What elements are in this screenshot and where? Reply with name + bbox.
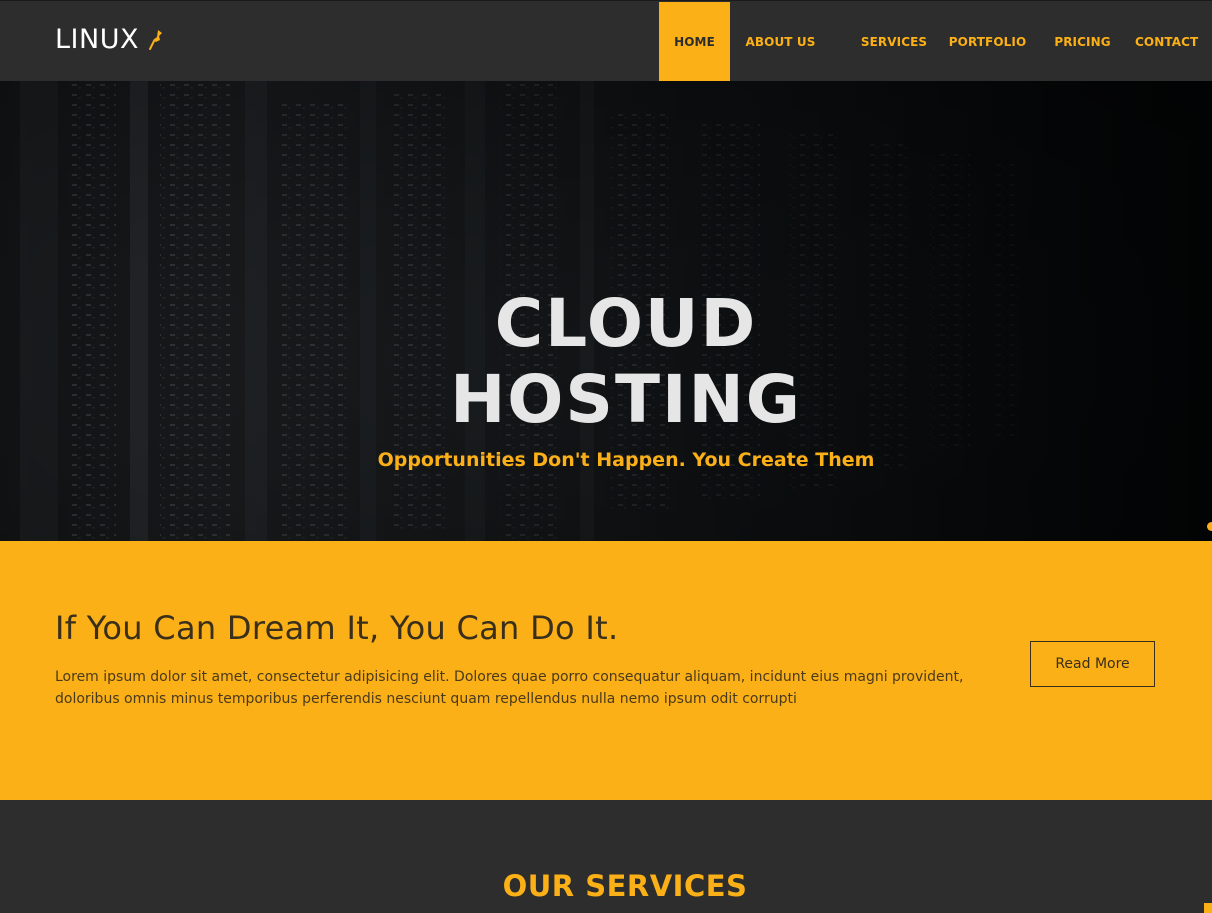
nav-item-label: SERVICES xyxy=(860,35,928,49)
read-more-button[interactable]: Read More xyxy=(1030,641,1155,687)
slider-dot[interactable] xyxy=(1207,522,1212,531)
cta-title: If You Can Dream It, You Can Do It. xyxy=(55,609,619,647)
nav-item-pricing[interactable]: PRICING xyxy=(1030,2,1135,82)
nav-item-label: PORTFOLIO xyxy=(948,35,1027,49)
pin-icon xyxy=(148,30,162,50)
cta-section: If You Can Dream It, You Can Do It. Lore… xyxy=(0,541,1212,800)
nav-item-label: PRICING xyxy=(1054,35,1111,49)
page: LINUX HOME ABOUT US SERVICES PORTFOLIO P… xyxy=(0,0,1212,913)
nav-item-home[interactable]: HOME xyxy=(659,2,730,82)
back-to-top-button[interactable] xyxy=(1204,903,1212,913)
logo[interactable]: LINUX xyxy=(55,25,165,55)
site-header: LINUX HOME ABOUT US SERVICES PORTFOLIO P… xyxy=(0,0,1212,82)
nav-item-contact[interactable]: CONTACT xyxy=(1135,2,1212,82)
hero-banner: CLOUD HOSTING Opportunities Don't Happen… xyxy=(0,81,1212,541)
nav-item-about-us[interactable]: ABOUT US xyxy=(730,2,831,82)
hero-subtitle: Opportunities Don't Happen. You Create T… xyxy=(377,449,875,471)
nav-item-label: HOME xyxy=(674,35,715,49)
nav-item-portfolio[interactable]: PORTFOLIO xyxy=(945,2,1030,82)
logo-text: LINUX xyxy=(55,24,139,55)
nav-item-label: ABOUT US xyxy=(745,35,816,49)
main-nav: HOME ABOUT US SERVICES PORTFOLIO PRICING… xyxy=(659,2,1212,82)
nav-item-services[interactable]: SERVICES xyxy=(831,2,945,82)
services-section: OUR SERVICES xyxy=(0,800,1212,913)
nav-item-label: CONTACT xyxy=(1135,35,1199,49)
services-title: OUR SERVICES xyxy=(502,869,748,903)
hero-title-line1: CLOUD xyxy=(494,285,758,362)
hero-title-line2: HOSTING xyxy=(450,361,802,438)
cta-text: Lorem ipsum dolor sit amet, consectetur … xyxy=(55,669,964,707)
